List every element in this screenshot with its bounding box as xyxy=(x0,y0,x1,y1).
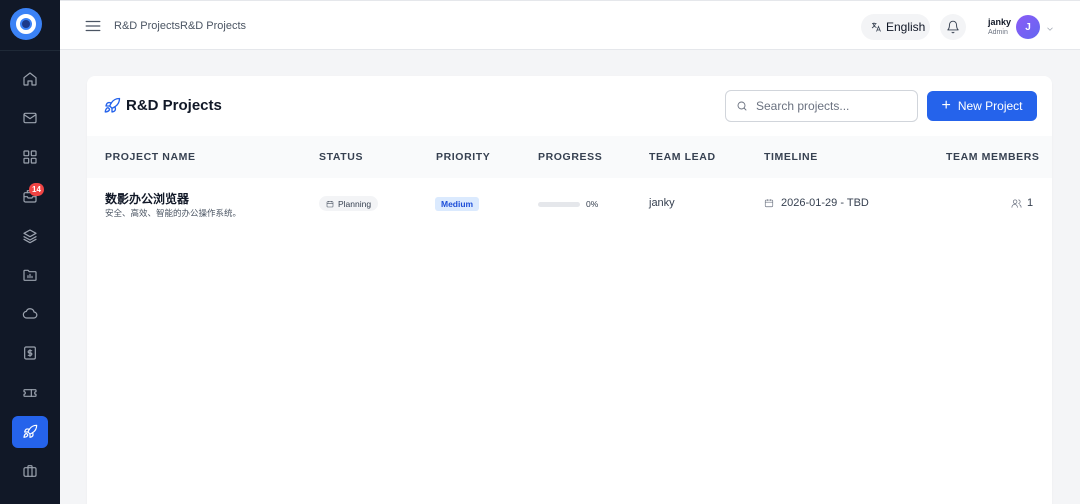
grid-icon xyxy=(23,150,37,164)
calendar-icon xyxy=(326,200,334,207)
column-header-priority[interactable]: PRIORITY xyxy=(436,151,490,163)
column-header-status[interactable]: STATUS xyxy=(319,151,363,163)
layers-icon xyxy=(23,229,37,244)
sidebar-item-cloud[interactable] xyxy=(12,298,48,330)
translate-icon xyxy=(871,22,881,32)
status-label: Planning xyxy=(338,198,372,209)
users-icon xyxy=(1011,198,1022,208)
project-name[interactable]: 数影办公浏览器 xyxy=(105,190,189,207)
timeline-text: 2026-01-29 - TBD xyxy=(781,197,869,209)
new-project-button[interactable]: + New Project xyxy=(927,91,1037,121)
user-role: Admin xyxy=(988,29,1008,36)
sidebar-item-finance[interactable] xyxy=(12,337,48,369)
table-header: PROJECT NAME STATUS PRIORITY PROGRESS TE… xyxy=(87,136,1052,178)
chart-folder-icon xyxy=(23,269,37,281)
calendar-icon xyxy=(764,199,774,208)
team-members-count: 1 xyxy=(1027,197,1034,209)
cloud-icon xyxy=(22,308,38,319)
home-icon xyxy=(23,72,37,86)
column-header-team-members[interactable]: TEAM MEMBERS xyxy=(946,151,1040,163)
bell-icon xyxy=(947,20,959,34)
sidebar-item-layers[interactable] xyxy=(12,220,48,252)
rocket-icon xyxy=(23,424,38,438)
new-project-label: New Project xyxy=(957,99,1023,113)
project-description: 安全、高效、智能的办公操作系统。 xyxy=(105,208,242,218)
notifications-button[interactable] xyxy=(940,14,966,40)
menu-toggle-button[interactable] xyxy=(84,17,102,35)
sidebar-item-jobs[interactable] xyxy=(12,455,48,487)
column-header-progress[interactable]: PROGRESS xyxy=(538,151,602,163)
sidebar-item-home[interactable] xyxy=(12,63,48,95)
app-logo[interactable] xyxy=(10,8,42,40)
status-badge: Planning xyxy=(319,196,379,211)
page-title: R&D Projects xyxy=(126,97,222,114)
language-label: English xyxy=(886,20,926,34)
language-switcher[interactable]: English xyxy=(861,14,930,40)
user-name: janky xyxy=(988,17,1012,27)
briefcase-icon xyxy=(23,465,37,477)
plus-icon: + xyxy=(941,97,951,114)
sidebar-item-tickets[interactable] xyxy=(12,377,48,409)
search-icon xyxy=(737,101,747,111)
timeline: 2026-01-29 - TBD xyxy=(764,197,869,209)
avatar[interactable]: J xyxy=(1016,15,1040,39)
dollar-icon xyxy=(24,346,36,360)
team-members: 1 xyxy=(1011,197,1033,209)
progress-value: 0% xyxy=(586,199,599,209)
notification-badge: 14 xyxy=(29,183,44,196)
search-box[interactable] xyxy=(725,90,918,122)
column-header-timeline[interactable]: TIMELINE xyxy=(764,151,818,163)
sidebar-item-apps[interactable] xyxy=(12,141,48,173)
table-row[interactable]: 数影办公浏览器 安全、高效、智能的办公操作系统。 Planning Medium… xyxy=(87,178,1052,230)
column-header-project-name[interactable]: PROJECT NAME xyxy=(105,151,196,163)
column-header-team-lead[interactable]: TEAM LEAD xyxy=(649,151,716,163)
sidebar-item-rd-projects[interactable] xyxy=(12,416,48,448)
team-lead: janky xyxy=(649,197,675,209)
priority-badge: Medium xyxy=(435,197,480,211)
sidebar-item-mail[interactable] xyxy=(12,102,48,134)
mail-icon xyxy=(23,112,37,124)
chevron-down-icon xyxy=(1047,27,1053,31)
sidebar-item-inbox[interactable]: 14 xyxy=(12,180,48,212)
ticket-icon xyxy=(23,389,37,397)
rocket-icon xyxy=(103,97,121,115)
search-input[interactable] xyxy=(756,99,906,113)
top-bar: R&D ProjectsR&D Projects English janky A… xyxy=(60,0,1080,50)
user-menu-toggle[interactable] xyxy=(1045,21,1055,31)
hamburger-icon xyxy=(85,20,101,32)
sidebar: 14 xyxy=(0,0,60,504)
projects-card: R&D Projects + New Project PROJECT NAME … xyxy=(87,76,1052,504)
sidebar-item-reports[interactable] xyxy=(12,259,48,291)
breadcrumb: R&D ProjectsR&D Projects xyxy=(114,20,247,32)
sidebar-divider xyxy=(0,50,60,51)
progress-bar xyxy=(538,202,580,207)
